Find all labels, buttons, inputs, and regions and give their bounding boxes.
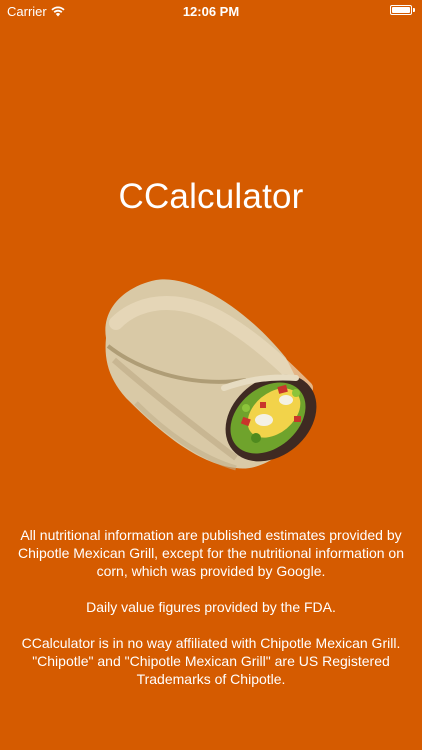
- status-bar: Carrier 12:06 PM: [0, 0, 422, 22]
- status-right: [390, 5, 415, 15]
- info-nutrition: All nutritional information are publishe…: [18, 527, 404, 579]
- info-text: All nutritional information are publishe…: [18, 526, 404, 706]
- battery-tip: [413, 8, 415, 12]
- battery-icon: [390, 5, 412, 15]
- status-time: 12:06 PM: [182, 4, 240, 19]
- info-daily-values: Daily value figures provided by the FDA.: [86, 599, 336, 615]
- burrito-illustration: [105, 279, 317, 471]
- app-title: CCalculator: [118, 177, 304, 216]
- info-disclaimer: CCalculator is in no way affiliated with…: [21, 635, 401, 687]
